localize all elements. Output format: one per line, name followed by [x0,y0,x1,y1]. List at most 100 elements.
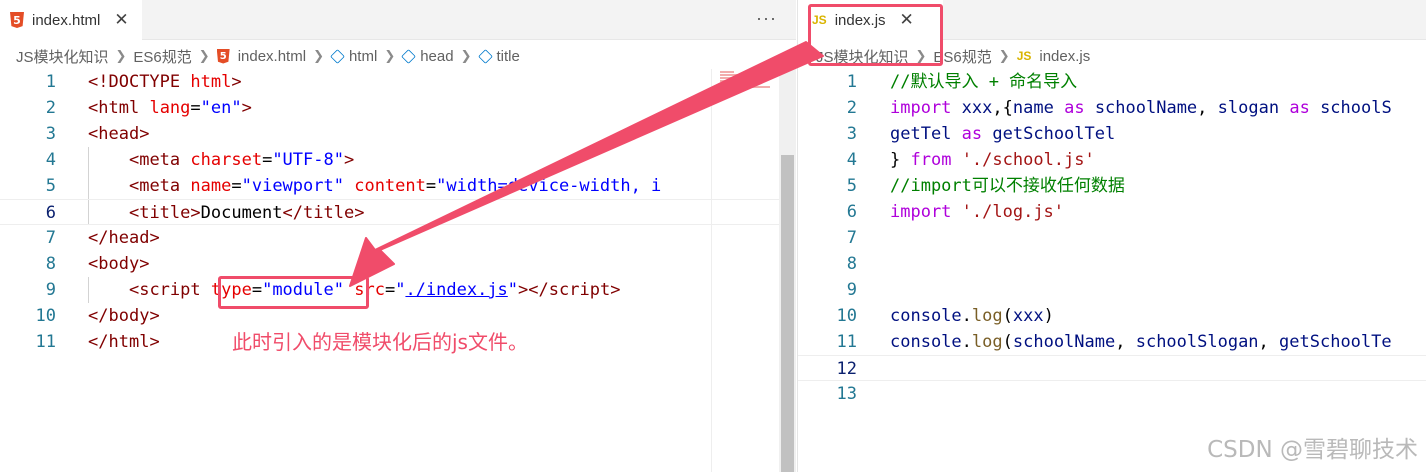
chevron-right-icon: ❯ [115,48,127,63]
code-text: <meta charset="UTF-8"> [128,150,355,170]
minimap-line [720,89,732,91]
line-number: 7 [846,228,857,248]
more-actions-icon[interactable]: ··· [756,8,777,29]
line-number: 12 [836,359,857,379]
code-line[interactable]: 4} from './school.js' [798,147,1426,173]
breadcrumb-folder-es6[interactable]: ES6规范 [133,46,191,67]
line-number: 8 [846,254,857,274]
javascript-icon: JS [1016,49,1032,63]
line-number: 11 [35,332,56,352]
line-number: 10 [35,306,56,326]
highlight-box-type-module [218,276,369,309]
code-line[interactable]: 5 <meta name="viewport" content="width=d… [0,173,796,199]
code-line[interactable]: 1 <!DOCTYPE html> [0,69,796,95]
code-editor-js[interactable]: 1 //默认导入 + 命名导入 2 import xxx,{name as schoo… [798,69,1426,472]
line-number: 9 [846,280,857,300]
minimap-line [720,80,760,82]
line-number: 2 [846,98,857,118]
code-text: console.log(schoolName, schoolSlogan, ge… [890,332,1392,352]
code-line[interactable]: 3 <head> [0,121,796,147]
close-icon[interactable]: ✕ [114,10,128,30]
line-number: 11 [836,332,857,352]
code-text: </head> [88,228,160,248]
breadcrumb-file[interactable]: 5 index.html [216,48,306,65]
breadcrumb-folder-js[interactable]: JS模块化知识 [16,46,109,67]
code-line[interactable]: 6 import './log.js' [798,199,1426,225]
code-line[interactable]: 7 [798,225,1426,251]
minimap[interactable] [711,69,779,472]
code-line[interactable]: 8 [798,251,1426,277]
code-line[interactable]: 9 <script type="module" src="./index.js"… [0,277,796,303]
line-number: 7 [45,228,56,248]
chevron-right-icon: ❯ [198,48,210,63]
indent-guide [88,147,89,173]
line-number: 3 [846,124,857,144]
scrollbar-thumb[interactable] [781,155,794,472]
line-number: 9 [45,280,56,300]
code-text: //import可以不接收任何数据 [890,176,1125,196]
breadcrumb-symbol-head[interactable]: head [401,48,454,65]
code-line[interactable]: 12 [798,355,1426,381]
code-line[interactable]: 4 <meta charset="UTF-8"> [0,147,796,173]
code-line[interactable]: 7 </head> [0,225,796,251]
code-line[interactable]: 6 <title>Document</title> [0,199,796,225]
code-line[interactable]: 2 import xxx,{name as schoolName, slogan … [798,95,1426,121]
code-text: console.log(xxx) [890,306,1054,326]
minimap-line [720,71,734,73]
code-editor-html[interactable]: 1 <!DOCTYPE html> 2 <html lang="en"> 3 <head>… [0,69,796,472]
chevron-right-icon: ❯ [998,48,1010,63]
breadcrumb: JS模块化知识 ❯ ES6规范 ❯ 5 index.html ❯ html ❯ h… [0,44,796,68]
code-line[interactable]: 5 //import可以不接收任何数据 [798,173,1426,199]
chevron-right-icon: ❯ [460,48,472,63]
annotation-text: 此时引入的是模块化后的js文件。 [232,330,528,354]
code-line[interactable]: 10 console.log(xxx) [798,303,1426,329]
line-number: 13 [836,384,857,404]
code-line[interactable]: 8 <body> [0,251,796,277]
element-icon [401,48,417,64]
line-number: 3 [45,124,56,144]
line-number: 6 [45,203,56,223]
code-line[interactable]: 1 //默认导入 + 命名导入 [798,69,1426,95]
minimap-line [720,74,738,76]
code-text: } from './school.js' [890,150,1095,170]
code-text: <head> [88,124,150,144]
right-editor-pane: JS index.js ✕ JS模块化知识 ❯ ES6规范 ❯ JS index.… [797,0,1426,472]
minimap-line [720,77,746,79]
code-text: import './log.js' [890,202,1065,222]
html5-icon: 5 [10,12,24,28]
minimap-line [720,86,770,88]
code-line[interactable]: 2 <html lang="en"> [0,95,796,121]
code-line[interactable]: 9 [798,277,1426,303]
line-number: 8 [45,254,56,274]
breadcrumb-file[interactable]: JS index.js [1017,48,1091,65]
code-text: <body> [88,254,150,274]
tab-index-html[interactable]: 5 index.html ✕ [0,0,142,40]
code-text: //默认导入 + 命名导入 [890,72,1078,92]
left-editor-pane: 5 index.html ✕ ··· JS模块化知识 ❯ ES6规范 ❯ 5 in… [0,0,796,472]
tab-label: index.html [32,11,101,29]
vertical-scrollbar[interactable] [779,69,796,472]
line-number: 2 [45,98,56,118]
code-text: <title>Document</title> [128,203,365,223]
chevron-right-icon: ❯ [384,48,396,63]
code-line[interactable]: 3 getTel as getSchoolTel [798,121,1426,147]
code-text: <!DOCTYPE html> [88,72,242,92]
indent-guide [88,200,89,224]
line-number: 5 [846,176,857,196]
code-text: getTel as getSchoolTel [890,124,1116,144]
indent-guide [88,173,89,199]
minimap-line [720,83,742,85]
line-number: 1 [846,72,857,92]
line-number: 5 [45,176,56,196]
breadcrumb-symbol-title[interactable]: title [477,48,520,65]
html5-icon: 5 [216,48,230,64]
line-number: 6 [846,202,857,222]
code-line[interactable]: 13 [798,381,1426,407]
code-text: <html lang="en"> [88,98,252,118]
element-icon [330,48,345,64]
line-number: 4 [45,150,56,170]
breadcrumb-symbol-html[interactable]: html [330,48,377,65]
code-line[interactable]: 11 console.log(schoolName, schoolSlogan, … [798,329,1426,355]
watermark: CSDN @雪碧聊技术 [1207,437,1418,463]
element-icon [477,48,493,64]
